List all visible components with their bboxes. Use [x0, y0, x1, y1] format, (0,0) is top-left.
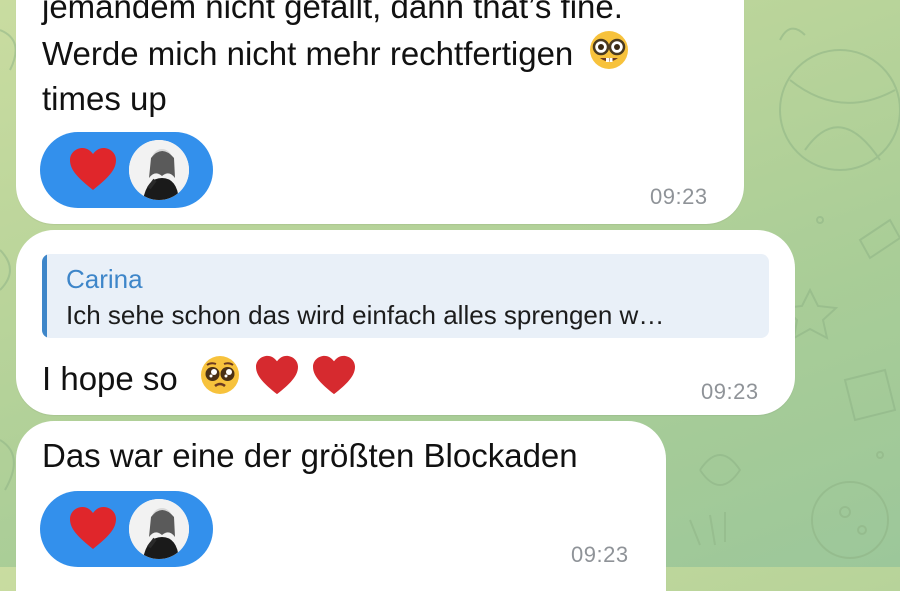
reaction-pill[interactable] [40, 132, 213, 208]
message-bubble-3[interactable]: Das war eine der größten Blockaden 09:23 [16, 421, 666, 591]
message-text-line-3: times up [42, 80, 167, 117]
message-text: I hope so [42, 360, 178, 397]
reactor-avatar [129, 499, 189, 559]
reactor-avatar [129, 140, 189, 200]
message-text-line-1: jemandem nicht gefällt, dann that’s fine… [42, 0, 623, 25]
message-bubble-1[interactable]: jemandem nicht gefällt, dann that’s fine… [16, 0, 744, 224]
red-heart-icon [68, 146, 118, 199]
reply-author: Carina [66, 264, 143, 294]
message-time: 09:23 [650, 184, 708, 209]
message-time: 09:23 [701, 379, 759, 404]
message-time: 09:23 [571, 542, 629, 567]
red-heart-icon [311, 354, 357, 408]
reply-quote[interactable]: Carina Ich sehe schon das wird einfach a… [42, 254, 769, 338]
message-text: Das war eine der größten Blockaden [42, 437, 578, 474]
reply-snippet: Ich sehe schon das wird einfach alles sp… [66, 300, 665, 330]
nerd-face-icon [588, 29, 630, 83]
pleading-face-icon [199, 354, 241, 408]
red-heart-icon [254, 354, 300, 408]
message-text-line-2-text: Werde mich nicht mehr rechtfertigen [42, 35, 574, 72]
reply-accent-bar [42, 254, 47, 338]
message-text-line-2: Werde mich nicht mehr rechtfertigen [42, 29, 630, 83]
red-heart-icon [68, 505, 118, 558]
message-text-line: I hope so [42, 354, 357, 408]
reaction-pill[interactable] [40, 491, 213, 567]
message-bubble-2[interactable]: Carina Ich sehe schon das wird einfach a… [16, 230, 795, 415]
